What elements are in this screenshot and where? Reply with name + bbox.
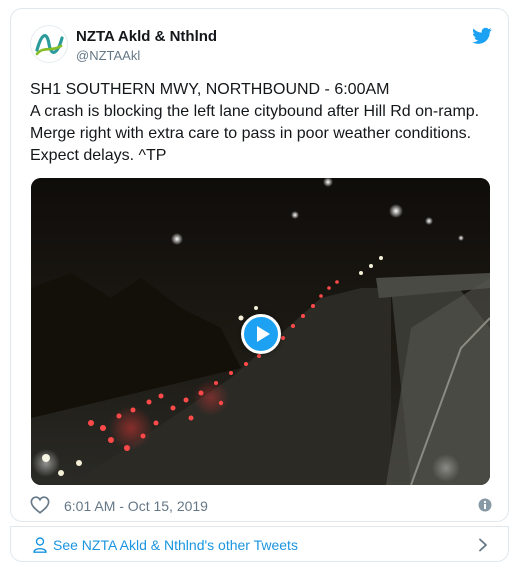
- heart-icon[interactable]: [30, 496, 50, 514]
- tweet-timestamp[interactable]: 6:01 AM - Oct 15, 2019: [64, 498, 208, 514]
- play-icon[interactable]: [241, 314, 281, 354]
- info-icon[interactable]: [478, 498, 492, 512]
- twitter-bird-icon[interactable]: [472, 27, 492, 45]
- see-other-tweets-link[interactable]: See NZTA Akld & Nthlnd's other Tweets: [10, 526, 509, 562]
- author-block[interactable]: NZTA Akld & Nthlnd @NZTAAkl: [76, 27, 217, 65]
- video-thumbnail[interactable]: [31, 178, 490, 485]
- person-icon: [33, 537, 47, 553]
- tweet-header: NZTA Akld & Nthlnd @NZTAAkl: [30, 25, 492, 71]
- author-name[interactable]: NZTA Akld & Nthlnd: [76, 27, 217, 46]
- author-handle[interactable]: @NZTAAkl: [76, 47, 217, 65]
- tweet-text: SH1 SOUTHERN MWY, NORTHBOUND - 6:00AM A …: [30, 81, 480, 164]
- see-other-tweets-label[interactable]: See NZTA Akld & Nthlnd's other Tweets: [53, 537, 298, 553]
- chevron-right-icon[interactable]: [478, 538, 488, 552]
- tweet-card: NZTA Akld & Nthlnd @NZTAAkl SH1 SOUTHERN…: [10, 8, 509, 522]
- tweet-meta: 6:01 AM - Oct 15, 2019: [30, 496, 492, 516]
- nzta-logo-icon[interactable]: [30, 25, 68, 63]
